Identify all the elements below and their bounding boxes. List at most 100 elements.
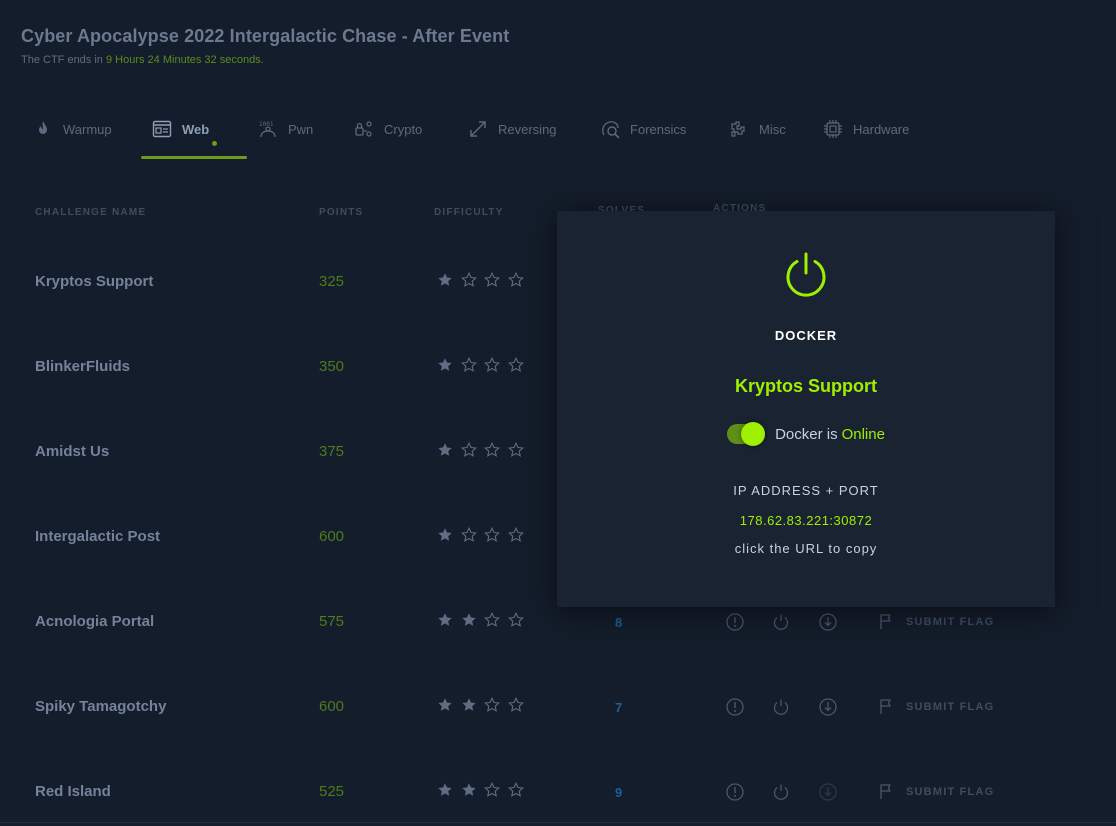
star-outline-icon bbox=[507, 527, 524, 542]
info-icon[interactable] bbox=[725, 612, 745, 632]
tab-label: Web bbox=[182, 121, 210, 137]
flag-icon bbox=[880, 784, 891, 799]
submit-flag-button[interactable]: SUBMIT FLAG bbox=[878, 613, 994, 631]
status-prefix: Docker is bbox=[775, 425, 838, 443]
tab-label: Warmup bbox=[63, 121, 112, 137]
power-icon[interactable] bbox=[771, 697, 791, 717]
challenge-name[interactable]: Spiky Tamagotchy bbox=[35, 698, 166, 715]
star-outline-icon bbox=[484, 272, 500, 287]
column-header-points[interactable]: POINTS bbox=[319, 207, 363, 218]
star-filled-icon bbox=[438, 528, 452, 541]
download-icon[interactable] bbox=[818, 697, 838, 717]
solves-count[interactable]: 9 bbox=[615, 785, 622, 800]
tab-warmup[interactable]: Warmup bbox=[33, 100, 112, 158]
tab-forensics[interactable]: Forensics bbox=[600, 100, 686, 158]
submit-flag-button[interactable]: SUBMIT FLAG bbox=[878, 698, 994, 716]
modal-title: DOCKER bbox=[774, 328, 838, 343]
star-outline-icon bbox=[507, 612, 524, 627]
star-outline-icon bbox=[484, 357, 500, 372]
solves-count[interactable]: 8 bbox=[615, 615, 622, 630]
challenge-row[interactable]: Spiky Tamagotchy 600 7 SUBMIT FLAG bbox=[0, 687, 1116, 727]
solves-count[interactable]: 7 bbox=[615, 700, 622, 715]
submit-flag-button[interactable]: SUBMIT FLAG bbox=[878, 783, 994, 801]
toggle-knob[interactable] bbox=[741, 422, 766, 446]
challenge-name[interactable]: Kryptos Support bbox=[35, 273, 153, 290]
challenge-row[interactable]: Acnologia Portal 575 8 SUBMIT FLAG bbox=[0, 602, 1116, 642]
difficulty-stars bbox=[437, 697, 531, 713]
ctf-countdown: The CTF ends in 9 Hours 24 Minutes 32 se… bbox=[21, 54, 509, 66]
tab-web[interactable]: Web bbox=[152, 100, 218, 158]
challenge-points: 575 bbox=[319, 613, 345, 630]
ip-address-link[interactable]: 178.62.83.221:30872 bbox=[557, 513, 1055, 528]
power-icon[interactable] bbox=[771, 612, 791, 632]
column-header-name[interactable]: CHALLENGE NAME bbox=[35, 207, 146, 218]
challenge-name[interactable]: Intergalactic Post bbox=[35, 528, 160, 545]
challenge-name[interactable]: Acnologia Portal bbox=[35, 613, 154, 630]
star-outline-icon bbox=[507, 272, 524, 287]
tab-label: Forensics bbox=[630, 121, 687, 137]
docker-toggle[interactable] bbox=[727, 422, 766, 446]
docker-modal: DOCKER Kryptos Support Docker is Online … bbox=[557, 211, 1055, 607]
binary-icon: 1001 bbox=[259, 121, 276, 138]
star-outline-icon bbox=[507, 442, 524, 457]
star-outline-icon bbox=[484, 527, 500, 542]
difficulty-stars bbox=[437, 782, 531, 798]
tab-pwn[interactable]: 1001 Pwn bbox=[258, 100, 313, 158]
star-filled-icon bbox=[438, 443, 452, 456]
table-bottom-border bbox=[0, 822, 1116, 823]
tab-misc[interactable]: Misc bbox=[729, 100, 786, 158]
tab-crypto[interactable]: Crypto bbox=[354, 100, 422, 158]
star-outline-icon bbox=[460, 527, 477, 542]
tab-label: Crypto bbox=[384, 121, 423, 137]
countdown-prefix: The CTF ends in bbox=[21, 54, 103, 66]
power-icon[interactable] bbox=[771, 782, 791, 802]
star-outline-icon bbox=[484, 782, 500, 797]
page-title: Cyber Apocalypse 2022 Intergalactic Chas… bbox=[21, 26, 510, 46]
copy-hint: click the URL to copy bbox=[734, 541, 878, 556]
countdown-time: 9 Hours 24 Minutes 32 seconds. bbox=[105, 54, 264, 66]
submit-flag-label: SUBMIT FLAG bbox=[906, 701, 995, 713]
challenge-row[interactable]: Red Island 525 9 SUBMIT FLAG bbox=[0, 772, 1116, 812]
ip-label: IP ADDRESS + PORT bbox=[733, 483, 879, 498]
status-value: Online bbox=[841, 425, 885, 443]
star-filled-icon bbox=[438, 783, 452, 796]
challenge-name[interactable]: BlinkerFluids bbox=[35, 358, 130, 375]
star-outline-icon bbox=[507, 697, 524, 712]
info-icon[interactable] bbox=[725, 697, 745, 717]
difficulty-stars bbox=[437, 272, 531, 288]
download-icon[interactable] bbox=[818, 782, 838, 802]
difficulty-stars bbox=[437, 612, 531, 628]
challenge-points: 525 bbox=[319, 783, 345, 800]
submit-flag-label: SUBMIT FLAG bbox=[906, 616, 995, 628]
star-filled-icon bbox=[438, 613, 452, 626]
info-icon[interactable] bbox=[725, 782, 745, 802]
challenge-name[interactable]: Red Island bbox=[35, 783, 111, 800]
flag-icon bbox=[880, 614, 891, 629]
reverse-arrow-icon bbox=[470, 121, 486, 137]
flag-icon bbox=[880, 699, 891, 714]
challenge-points: 350 bbox=[319, 358, 345, 375]
star-filled-icon bbox=[438, 698, 452, 711]
star-outline-icon bbox=[460, 357, 477, 372]
star-outline-icon bbox=[460, 442, 477, 457]
category-tabs: Warmup Web 1001 Pwn Crypto Reversing For… bbox=[0, 100, 1116, 160]
difficulty-stars bbox=[437, 442, 531, 458]
star-outline-icon bbox=[460, 272, 477, 287]
modal-challenge-name: Kryptos Support bbox=[735, 376, 877, 396]
new-indicator-dot bbox=[212, 140, 218, 146]
difficulty-stars bbox=[437, 527, 531, 543]
star-outline-icon bbox=[507, 357, 524, 372]
submit-flag-label: SUBMIT FLAG bbox=[906, 786, 995, 798]
star-filled-icon bbox=[438, 358, 452, 371]
tab-hardware[interactable]: Hardware bbox=[823, 100, 909, 158]
browser-icon bbox=[152, 120, 172, 138]
column-header-difficulty[interactable]: DIFFICULTY bbox=[434, 207, 504, 218]
challenge-name[interactable]: Amidst Us bbox=[35, 443, 109, 460]
forensics-icon bbox=[602, 121, 620, 139]
difficulty-stars bbox=[437, 357, 531, 373]
tab-reversing[interactable]: Reversing bbox=[468, 100, 557, 158]
download-icon[interactable] bbox=[818, 612, 838, 632]
tab-label: Misc bbox=[759, 121, 786, 137]
tab-label: Pwn bbox=[288, 121, 314, 137]
star-filled-icon bbox=[438, 273, 452, 286]
